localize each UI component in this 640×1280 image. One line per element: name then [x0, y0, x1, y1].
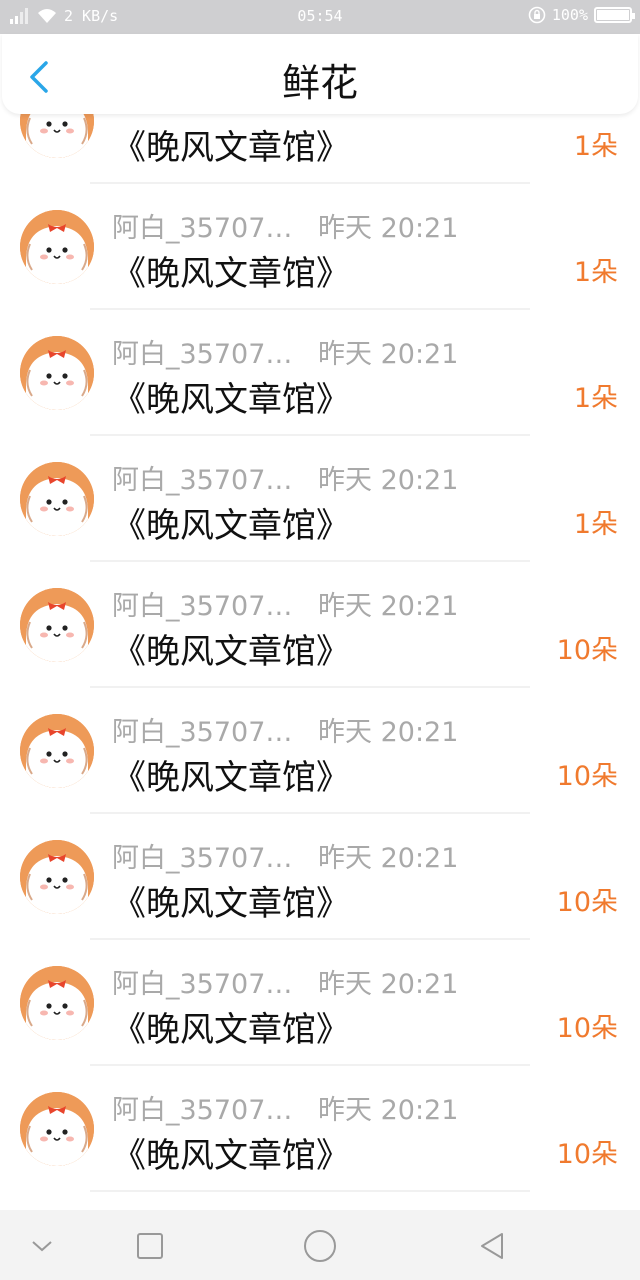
list-item[interactable]: 阿白_35707… 昨天 20:21 《晚风文章馆》 1朵	[0, 310, 640, 436]
avatar[interactable]	[20, 336, 94, 410]
sender-name: 阿白_35707…	[112, 843, 293, 874]
list-item[interactable]: 阿白_35707… 昨天 20:21 《晚风文章馆》 10朵	[0, 1066, 640, 1192]
work-title: 《晚风文章馆》	[112, 380, 350, 420]
system-nav-bar	[0, 1210, 640, 1280]
work-title: 《晚风文章馆》	[112, 1136, 350, 1176]
home-icon[interactable]	[300, 1226, 340, 1266]
send-time: 昨天 20:21	[318, 717, 459, 748]
sender-name: 阿白_35707…	[112, 717, 293, 748]
avatar[interactable]	[20, 462, 94, 536]
flower-amount: 1朵	[573, 257, 618, 288]
flower-amount: 1朵	[573, 383, 618, 414]
flower-amount: 10朵	[556, 761, 618, 792]
back-triangle-icon[interactable]	[472, 1226, 512, 1266]
avatar[interactable]	[20, 1092, 94, 1166]
sender-name: 阿白_35707…	[112, 339, 293, 370]
flower-amount: 10朵	[556, 1139, 618, 1170]
flower-amount: 10朵	[556, 887, 618, 918]
flower-record-list[interactable]: 《晚风文章馆》 1朵 阿白_35707… 昨天 20:21 《晚风文章馆》 1朵…	[0, 108, 640, 1208]
work-title: 《晚风文章馆》	[112, 128, 350, 168]
list-item[interactable]: 阿白_35707… 昨天 20:21 《晚风文章馆》 10朵	[0, 562, 640, 688]
list-item[interactable]: 阿白_35707… 昨天 20:21 《晚风文章馆》 10朵	[0, 814, 640, 940]
sender-name: 阿白_35707…	[112, 465, 293, 496]
battery-icon	[594, 7, 635, 23]
list-item[interactable]: 阿白_35707… 昨天 20:21 《晚风文章馆》 10朵	[0, 688, 640, 814]
status-bar: 2 KB/s 05:54 100%	[0, 0, 640, 34]
list-item[interactable]: 阿白_35707… 昨天 20:21 《晚风文章馆》 10朵	[0, 940, 640, 1066]
sender-name: 阿白_35707…	[112, 1095, 293, 1126]
recent-apps-icon[interactable]	[130, 1226, 170, 1266]
flower-amount: 10朵	[556, 1013, 618, 1044]
avatar[interactable]	[20, 588, 94, 662]
rotation-lock-icon	[528, 6, 546, 24]
sender-name: 阿白_35707…	[112, 969, 293, 1000]
battery-percent: 100%	[551, 6, 588, 24]
send-time: 昨天 20:21	[318, 843, 459, 874]
work-title: 《晚风文章馆》	[112, 632, 350, 672]
list-item[interactable]: 《晚风文章馆》 1朵	[0, 108, 640, 184]
sender-name: 阿白_35707…	[112, 591, 293, 622]
avatar[interactable]	[20, 840, 94, 914]
avatar[interactable]	[20, 714, 94, 788]
divider	[90, 1190, 530, 1192]
avatar[interactable]	[20, 210, 94, 284]
work-title: 《晚风文章馆》	[112, 254, 350, 294]
status-right: 100%	[528, 6, 635, 24]
send-time: 昨天 20:21	[318, 339, 459, 370]
work-title: 《晚风文章馆》	[112, 758, 350, 798]
send-time: 昨天 20:21	[318, 213, 459, 244]
send-time: 昨天 20:21	[318, 1095, 459, 1126]
send-time: 昨天 20:21	[318, 591, 459, 622]
chevron-down-icon[interactable]	[22, 1226, 62, 1266]
sender-name: 阿白_35707…	[112, 213, 293, 244]
flower-amount: 1朵	[573, 131, 618, 162]
list-item[interactable]: 阿白_35707… 昨天 20:21 《晚风文章馆》 1朵	[0, 436, 640, 562]
flower-amount: 10朵	[556, 635, 618, 666]
avatar[interactable]	[20, 966, 94, 1040]
avatar[interactable]	[20, 108, 94, 158]
header: 鲜花	[2, 34, 638, 114]
work-title: 《晚风文章馆》	[112, 506, 350, 546]
flower-amount: 1朵	[573, 509, 618, 540]
send-time: 昨天 20:21	[318, 465, 459, 496]
work-title: 《晚风文章馆》	[112, 884, 350, 924]
list-item[interactable]: 阿白_35707… 昨天 20:21 《晚风文章馆》 1朵	[0, 184, 640, 310]
send-time: 昨天 20:21	[318, 969, 459, 1000]
work-title: 《晚风文章馆》	[112, 1010, 350, 1050]
page-title: 鲜花	[281, 61, 358, 105]
